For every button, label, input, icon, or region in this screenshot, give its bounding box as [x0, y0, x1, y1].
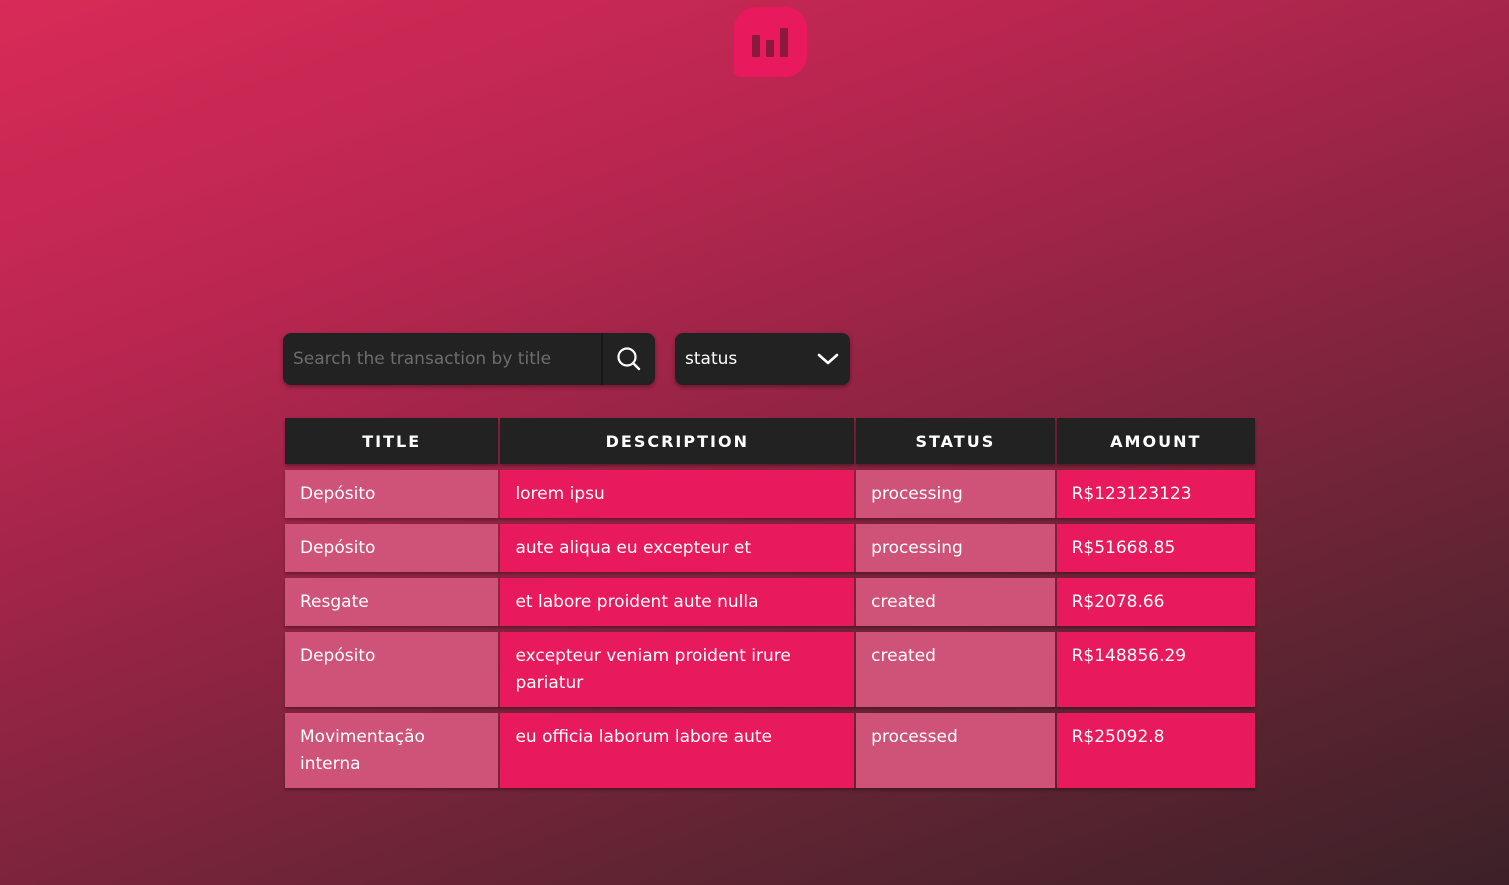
cell-title: Resgate: [285, 578, 499, 626]
cell-title: Movimentação interna: [285, 713, 499, 788]
table-row[interactable]: Movimentação interna eu officia laborum …: [285, 713, 1255, 788]
app-logo: [734, 7, 807, 77]
search-icon: [617, 347, 641, 371]
table-row[interactable]: Resgate et labore proident aute nulla cr…: [285, 578, 1255, 626]
cell-description: aute aliqua eu excepteur et: [500, 524, 855, 572]
cell-amount: R$2078.66: [1056, 578, 1255, 626]
cell-amount: R$25092.8: [1056, 713, 1255, 788]
cell-title: Depósito: [285, 632, 499, 707]
table-row[interactable]: Depósito excepteur veniam proident irure…: [285, 632, 1255, 707]
cell-status: processed: [856, 713, 1055, 788]
status-filter-value: status: [685, 349, 738, 369]
cell-description: eu officia laborum labore aute: [500, 713, 855, 788]
transactions-table: TITLE DESCRIPTION STATUS AMOUNT Depósito…: [283, 412, 1257, 794]
search-box: [283, 333, 655, 385]
table-header-row: TITLE DESCRIPTION STATUS AMOUNT: [285, 418, 1255, 464]
cell-description: et labore proident aute nulla: [500, 578, 855, 626]
column-header-title[interactable]: TITLE: [285, 418, 499, 464]
cell-title: Depósito: [285, 524, 499, 572]
cell-status: processing: [856, 470, 1055, 518]
cell-amount: R$51668.85: [1056, 524, 1255, 572]
column-header-description[interactable]: DESCRIPTION: [500, 418, 855, 464]
search-button[interactable]: [601, 333, 655, 385]
cell-amount: R$148856.29: [1056, 632, 1255, 707]
search-input[interactable]: [283, 333, 601, 385]
cell-title: Depósito: [285, 470, 499, 518]
cell-amount: R$123123123: [1056, 470, 1255, 518]
column-header-amount[interactable]: AMOUNT: [1056, 418, 1255, 464]
cell-description: excepteur veniam proident irure pariatur: [500, 632, 855, 707]
cell-description: lorem ipsu: [500, 470, 855, 518]
bar-chart-icon: [752, 28, 788, 57]
column-header-status[interactable]: STATUS: [856, 418, 1055, 464]
cell-status: created: [856, 632, 1055, 707]
cell-status: processing: [856, 524, 1055, 572]
table-row[interactable]: Depósito aute aliqua eu excepteur et pro…: [285, 524, 1255, 572]
status-filter-select[interactable]: status: [675, 333, 850, 385]
cell-status: created: [856, 578, 1055, 626]
chevron-down-icon: [817, 353, 839, 365]
table-row[interactable]: Depósito lorem ipsu processing R$1231231…: [285, 470, 1255, 518]
